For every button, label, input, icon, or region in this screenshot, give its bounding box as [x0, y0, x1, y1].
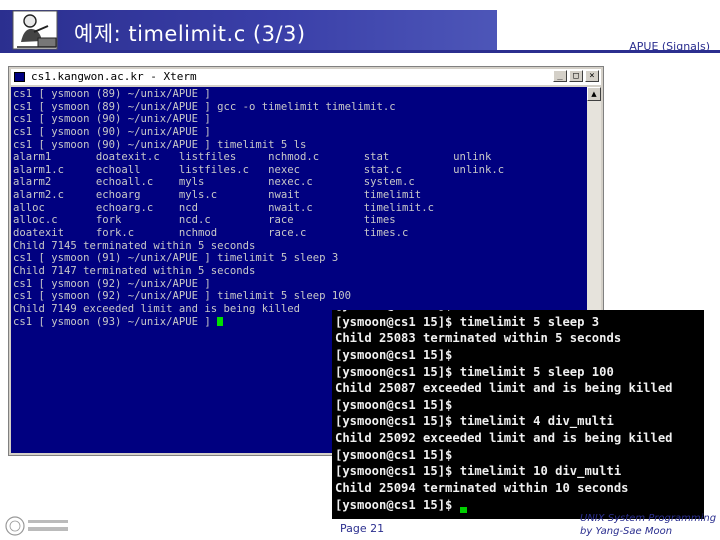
- terminal-line-text: cs1 [ ysmoon (90) ~/unix/APUE ]: [13, 113, 211, 126]
- author-name: by Yang-Sae Moon: [580, 526, 673, 537]
- terminal-line-text: alarm2.c echoarg myls.c nwait timelimit: [13, 189, 422, 202]
- terminal-line: Child 25092 exceeded limit and is being …: [335, 430, 673, 447]
- terminal-line-text: [ysmoon@cs1 15]$: [335, 397, 453, 412]
- terminal-line: alarm1 doatexit.c listfiles nchmod.c sta…: [13, 151, 585, 164]
- terminal-line-text: [ysmoon@cs1 15]$ timelimit 5 sleep 100: [335, 364, 614, 379]
- terminal-line: [ysmoon@cs1 15]$: [335, 497, 673, 514]
- terminal-line-text: cs1 [ ysmoon (92) ~/unix/APUE ] timelimi…: [13, 290, 352, 303]
- terminal-line-text: alarm1 doatexit.c listfiles nchmod.c sta…: [13, 151, 492, 164]
- terminal-line-text: alloc echoarg.c ncd nwait.c timelimit.c: [13, 201, 434, 214]
- terminal-line-text: [ysmoon@cs1 15]$: [335, 310, 452, 312]
- terminal-line: cs1 [ ysmoon (89) ~/unix/APUE ]: [13, 88, 585, 101]
- terminal-line: alloc echoarg.c ncd nwait.c timelimit.c: [13, 202, 585, 215]
- terminal-line-text: cs1 [ ysmoon (90) ~/unix/APUE ]: [13, 125, 211, 138]
- terminal-line: Child 25083 terminated within 5 seconds: [335, 330, 673, 347]
- terminal-line-text: [ysmoon@cs1 15]$: [335, 347, 453, 362]
- section-tag: APUE (Signals): [629, 40, 710, 53]
- linux-terminal[interactable]: [ysmoon@cs1 15]$ [ysmoon@cs1 15]$ timelim…: [332, 310, 704, 519]
- terminal-line: [ysmoon@cs1 15]$ timelimit 4 div_multi: [335, 413, 673, 430]
- terminal-line: cs1 [ ysmoon (90) ~/unix/APUE ]: [13, 113, 585, 126]
- terminal-line: alarm2 echoall.c myls nexec.c system.c: [13, 176, 585, 189]
- slide-header: 예제: timelimit.c (3/3) APUE (Signals): [0, 0, 720, 56]
- terminal-line-text: [ysmoon@cs1 15]$ timelimit 10 div_multi: [335, 464, 622, 479]
- terminal-line: alarm1.c echoall listfiles.c nexec stat.…: [13, 164, 585, 177]
- terminal-line: [ysmoon@cs1 15]$: [335, 447, 673, 464]
- terminal-line-text: [ysmoon@cs1 15]$ timelimit 4 div_multi: [335, 414, 614, 429]
- terminal-line: alarm2.c echoarg myls.c nwait timelimit: [13, 189, 585, 202]
- xterm-icon: [14, 72, 25, 82]
- terminal-line: [ysmoon@cs1 15]$ timelimit 5 sleep 100: [335, 364, 673, 381]
- terminal-line: [ysmoon@cs1 15]$: [335, 347, 673, 364]
- minimize-button[interactable]: _: [553, 70, 567, 82]
- professor-at-desk-icon: [12, 10, 58, 50]
- close-button[interactable]: ×: [585, 70, 599, 82]
- title-underline: [0, 50, 720, 53]
- terminal-line: cs1 [ ysmoon (92) ~/unix/APUE ] timelimi…: [13, 290, 585, 303]
- window-titlebar[interactable]: cs1.kangwon.ac.kr - Xterm _ □ ×: [11, 69, 601, 85]
- terminal-line-text: Child 7149 exceeded limit and is being k…: [13, 302, 301, 315]
- terminal-line-text: [ysmoon@cs1 15]$: [335, 447, 453, 462]
- xterm-output: cs1 [ ysmoon (89) ~/unix/APUE ] cs1 [ ysm…: [11, 87, 587, 328]
- course-name: UNIX System Programming: [580, 513, 717, 524]
- terminal-line-text: alarm1.c echoall listfiles.c nexec stat.…: [13, 163, 505, 176]
- terminal-line-text: doatexit fork.c nchmod race.c times.c: [13, 227, 409, 240]
- terminal-line: cs1 [ ysmoon (92) ~/unix/APUE ]: [13, 278, 585, 291]
- terminal-line-text: [ysmoon@cs1 15]$ timelimit 5 sleep 3: [335, 314, 600, 329]
- slide-title: 예제: timelimit.c (3/3): [74, 22, 306, 46]
- terminal-line: Child 7145 terminated within 5 seconds: [13, 240, 585, 253]
- terminal-line: [ysmoon@cs1 15]$ timelimit 5 sleep 3: [335, 314, 673, 331]
- terminal-line-text: cs1 [ ysmoon (89) ~/unix/APUE ]: [13, 88, 211, 100]
- terminal-line: Child 7147 terminated within 5 seconds: [13, 265, 585, 278]
- terminal-line: cs1 [ ysmoon (90) ~/unix/APUE ]: [13, 126, 585, 139]
- terminal-line: cs1 [ ysmoon (91) ~/unix/APUE ] timelimi…: [13, 252, 585, 265]
- terminal-line: doatexit fork.c nchmod race.c times.c: [13, 227, 585, 240]
- terminal-line-text: Child 25083 terminated within 5 seconds: [335, 331, 622, 346]
- terminal-line-text: alarm2 echoall.c myls nexec.c system.c: [13, 176, 415, 189]
- terminal-line-text: Child 25094 terminated within 10 seconds: [335, 481, 629, 496]
- terminal-line: alloc.c fork ncd.c race times: [13, 214, 585, 227]
- scroll-up-arrow-icon[interactable]: ▲: [587, 87, 601, 101]
- terminal-line: Child 25094 terminated within 10 seconds: [335, 480, 673, 497]
- terminal-line-text: [ysmoon@cs1 15]$: [335, 497, 460, 512]
- terminal-line-text: cs1 [ ysmoon (91) ~/unix/APUE ] timelimi…: [13, 252, 339, 265]
- terminal-line-text: cs1 [ ysmoon (90) ~/unix/APUE ] timelimi…: [13, 138, 307, 151]
- page-number: Page 21: [340, 522, 385, 535]
- terminal-line-text: cs1 [ ysmoon (92) ~/unix/APUE ]: [13, 277, 211, 290]
- terminal-line-text: cs1 [ ysmoon (89) ~/unix/APUE ] gcc -o t…: [13, 100, 396, 113]
- university-logo: [5, 516, 68, 536]
- course-credit: UNIX System Programming by Yang-Sae Moon: [580, 512, 720, 538]
- cursor-icon: [217, 317, 224, 327]
- terminal-line-text: Child 25092 exceeded limit and is being …: [335, 431, 673, 446]
- cursor-icon: [459, 507, 467, 514]
- terminal-line: Child 25087 exceeded limit and is being …: [335, 380, 673, 397]
- terminal-line-text: Child 25087 exceeded limit and is being …: [335, 381, 673, 396]
- terminal-line: [ysmoon@cs1 15]$ timelimit 10 div_multi: [335, 463, 673, 480]
- maximize-button[interactable]: □: [569, 70, 583, 82]
- terminal-line: cs1 [ ysmoon (89) ~/unix/APUE ] gcc -o t…: [13, 101, 585, 114]
- terminal-line-text: Child 7147 terminated within 5 seconds: [13, 264, 256, 277]
- linux-terminal-output: [ysmoon@cs1 15]$ [ysmoon@cs1 15]$ timelim…: [335, 310, 673, 514]
- terminal-line-text: Child 7145 terminated within 5 seconds: [13, 239, 256, 252]
- terminal-line-text: cs1 [ ysmoon (93) ~/unix/APUE ]: [13, 315, 218, 328]
- terminal-line: [ysmoon@cs1 15]$: [335, 397, 673, 414]
- terminal-line-text: alloc.c fork ncd.c race times: [13, 214, 396, 227]
- window-title: cs1.kangwon.ac.kr - Xterm: [31, 70, 197, 83]
- terminal-line: cs1 [ ysmoon (90) ~/unix/APUE ] timelimi…: [13, 139, 585, 152]
